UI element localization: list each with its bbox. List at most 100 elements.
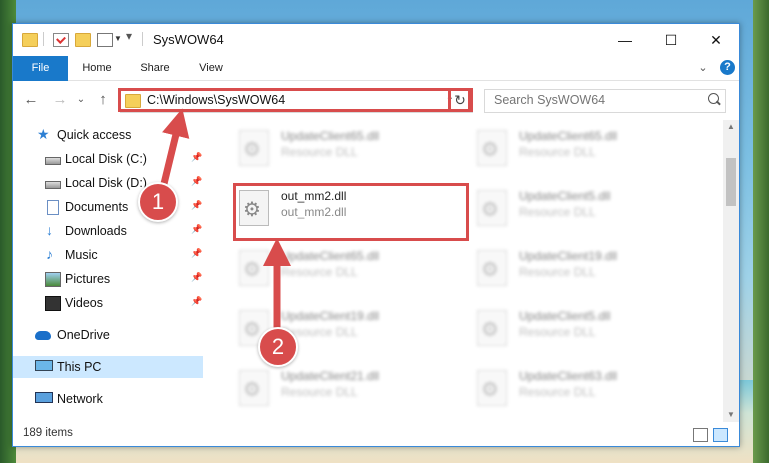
file-type: Resource DLL xyxy=(519,205,596,219)
pin-icon[interactable]: 📌 xyxy=(191,272,202,283)
file-type: Resource DLL xyxy=(281,265,358,279)
sidebar-item-network[interactable]: Network xyxy=(13,388,203,410)
file-type: Resource DLL xyxy=(519,265,596,279)
file-name: UpdateClient5.dll xyxy=(519,189,611,203)
folder-icon xyxy=(22,33,38,47)
help-icon[interactable]: ? xyxy=(720,60,735,75)
pin-icon[interactable]: 📌 xyxy=(191,224,202,235)
details-view-icon[interactable] xyxy=(693,428,708,442)
file-item[interactable]: UpdateClient63.dll Resource DLL xyxy=(469,362,699,414)
dll-file-icon xyxy=(239,130,269,166)
sidebar-item-label: Local Disk (D:) xyxy=(65,176,147,190)
file-item[interactable]: UpdateClient21.dll Resource DLL xyxy=(231,362,461,414)
sidebar-item-local-disk-c[interactable]: Local Disk (C:) 📌 xyxy=(13,148,203,170)
pin-icon[interactable]: 📌 xyxy=(191,176,202,187)
expand-ribbon-icon[interactable]: ⌄ xyxy=(696,56,710,80)
sidebar-item-label: Music xyxy=(65,248,98,262)
close-button[interactable]: ✕ xyxy=(693,24,739,56)
refresh-highlight-box xyxy=(448,88,473,112)
sidebar-item-music[interactable]: ♪ Music 📌 xyxy=(13,244,203,266)
sidebar-item-onedrive[interactable]: OneDrive xyxy=(13,324,203,346)
title-bar: ▼ ▾ SysWOW64 — ☐ ✕ xyxy=(13,24,739,56)
forward-button[interactable]: → xyxy=(50,90,70,110)
status-bar: 189 items xyxy=(13,422,739,446)
file-name: UpdateClient5.dll xyxy=(519,309,611,323)
properties-icon[interactable] xyxy=(53,33,69,47)
vertical-scrollbar[interactable]: ▲ ▼ xyxy=(723,120,739,422)
drive-icon xyxy=(45,157,61,165)
drive-icon xyxy=(45,181,61,189)
file-type: Resource DLL xyxy=(281,385,358,399)
file-explorer-window: ▼ ▾ SysWOW64 — ☐ ✕ File Home Share View … xyxy=(12,23,740,447)
dll-file-icon xyxy=(477,130,507,166)
sidebar-item-this-pc[interactable]: This PC xyxy=(13,356,203,378)
navigation-bar: ← → ⌄ ↑ C:\Windows\SysWOW64 ⌄ ↻ xyxy=(13,81,739,119)
tab-view[interactable]: View xyxy=(187,56,235,80)
file-name: UpdateClient21.dll xyxy=(281,369,380,383)
recent-locations-button[interactable]: ⌄ xyxy=(71,90,91,110)
sidebar-item-label: Videos xyxy=(65,296,103,310)
ribbon-tabs: File Home Share View ⌄ ? xyxy=(13,56,739,108)
divider xyxy=(142,32,143,46)
file-name: UpdateClient65.dll xyxy=(281,129,380,143)
overflow-icon[interactable]: ▾ xyxy=(126,29,132,43)
videos-icon xyxy=(45,296,61,311)
minimize-button[interactable]: — xyxy=(602,24,648,56)
pin-icon[interactable]: 📌 xyxy=(191,248,202,259)
scroll-up-icon[interactable]: ▲ xyxy=(723,120,739,134)
pin-icon[interactable]: 📌 xyxy=(191,152,202,163)
pictures-icon xyxy=(45,272,61,287)
sidebar-item-downloads[interactable]: ↓ Downloads 📌 xyxy=(13,220,203,242)
sidebar-item-videos[interactable]: Videos 📌 xyxy=(13,292,203,314)
file-highlight-box xyxy=(233,183,469,241)
sidebar-item-label: Network xyxy=(57,392,103,406)
sidebar-item-quick-access[interactable]: ★ Quick access xyxy=(13,124,203,146)
chevron-down-icon[interactable]: ▼ xyxy=(114,34,122,43)
customize-toolbar-icon[interactable] xyxy=(97,33,113,47)
address-highlight-box xyxy=(118,88,471,112)
divider xyxy=(43,32,44,46)
download-icon: ↓ xyxy=(46,222,53,238)
network-icon xyxy=(35,392,53,403)
computer-icon xyxy=(35,360,53,371)
dll-file-icon xyxy=(239,370,269,406)
scrollbar-thumb[interactable] xyxy=(726,158,736,206)
item-count: 189 items xyxy=(23,427,73,439)
file-type: Resource DLL xyxy=(519,145,596,159)
file-item[interactable]: UpdateClient5.dll Resource DLL xyxy=(469,182,699,234)
step-2-badge: 2 xyxy=(258,327,298,367)
search-box[interactable] xyxy=(484,89,726,113)
tab-home[interactable]: Home xyxy=(73,56,121,80)
scroll-down-icon[interactable]: ▼ xyxy=(723,408,739,422)
large-icons-view-icon[interactable] xyxy=(713,428,728,442)
file-item[interactable]: UpdateClient65.dll Resource DLL xyxy=(231,242,461,294)
dll-file-icon xyxy=(477,370,507,406)
palm-tree-right xyxy=(753,0,769,463)
file-item[interactable]: UpdateClient19.dll Resource DLL xyxy=(469,242,699,294)
pin-icon[interactable]: 📌 xyxy=(191,296,202,307)
sidebar-item-pictures[interactable]: Pictures 📌 xyxy=(13,268,203,290)
file-name: UpdateClient19.dll xyxy=(281,309,380,323)
maximize-button[interactable]: ☐ xyxy=(648,24,694,56)
sidebar-item-label: OneDrive xyxy=(57,328,110,342)
cloud-icon xyxy=(35,331,51,340)
file-item[interactable]: UpdateClient5.dll Resource DLL xyxy=(469,302,699,354)
star-icon: ★ xyxy=(37,126,50,142)
dll-file-icon xyxy=(477,190,507,226)
music-icon: ♪ xyxy=(46,246,53,262)
pin-icon[interactable]: 📌 xyxy=(191,200,202,211)
file-item[interactable]: UpdateClient65.dll Resource DLL xyxy=(231,122,461,174)
search-icon[interactable] xyxy=(708,93,719,104)
up-button[interactable]: ↑ xyxy=(93,90,113,110)
back-button[interactable]: ← xyxy=(21,90,41,110)
file-name: UpdateClient65.dll xyxy=(519,129,618,143)
file-name: UpdateClient65.dll xyxy=(281,249,380,263)
file-item[interactable]: UpdateClient65.dll Resource DLL xyxy=(469,122,699,174)
step-1-badge: 1 xyxy=(138,182,178,222)
dll-file-icon xyxy=(477,250,507,286)
dll-file-icon xyxy=(239,250,269,286)
search-input[interactable] xyxy=(485,90,704,110)
navigation-pane: ★ Quick access Local Disk (C:) 📌 Local D… xyxy=(13,120,208,422)
tab-share[interactable]: Share xyxy=(131,56,179,80)
new-folder-icon[interactable] xyxy=(75,33,91,47)
